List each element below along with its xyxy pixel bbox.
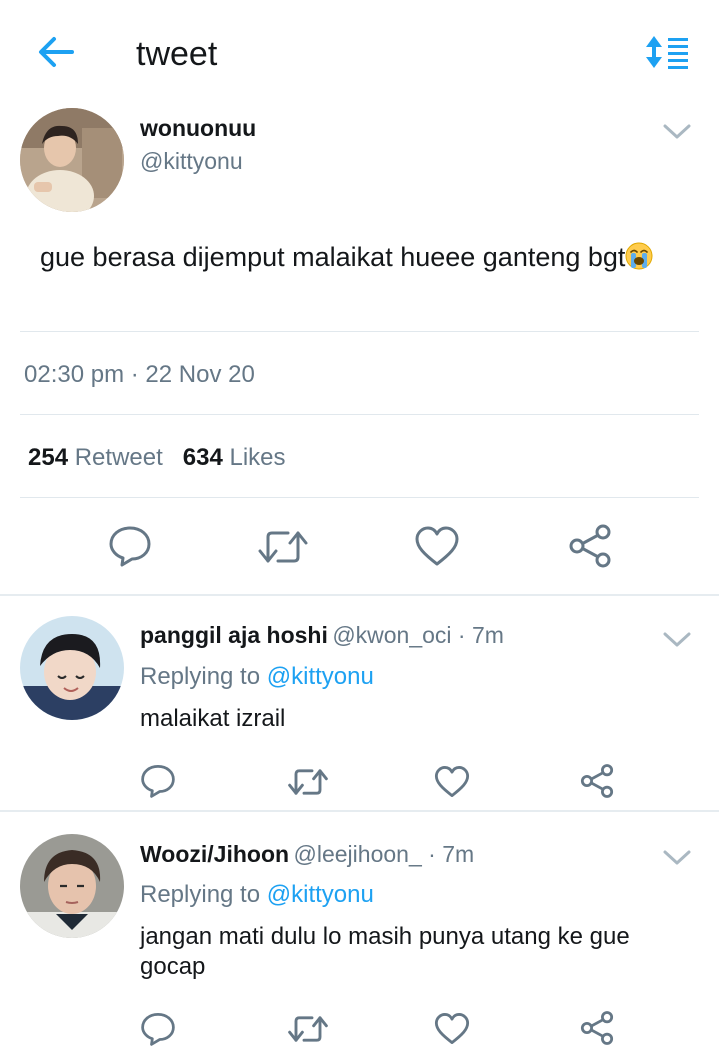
reply-icon xyxy=(141,765,175,798)
retweet-button[interactable] xyxy=(288,766,328,798)
like-icon xyxy=(434,1013,470,1044)
replying-to-link[interactable]: @kittyonu xyxy=(267,881,374,908)
profile-photo xyxy=(20,108,124,212)
reply-author-handle[interactable]: @leejihoon_ xyxy=(294,841,422,867)
tweet-timestamp: 02:30 pm · 22 Nov 20 xyxy=(24,361,255,388)
profile-photo xyxy=(20,834,124,938)
reply-menu-button[interactable] xyxy=(662,848,692,868)
tweet-menu-button[interactable] xyxy=(662,122,692,142)
tweet-stats: 254 Retweet 634 Likes xyxy=(28,444,286,472)
sort-button[interactable] xyxy=(644,34,690,70)
arrow-left-icon xyxy=(39,37,74,67)
likes-label: Likes xyxy=(229,444,286,471)
loudly-crying-face-emoji xyxy=(625,242,653,270)
avatar[interactable] xyxy=(20,108,124,212)
like-icon xyxy=(415,526,459,566)
share-icon xyxy=(569,524,611,568)
retweet-stat[interactable]: 254 Retweet xyxy=(28,444,163,471)
avatar[interactable] xyxy=(20,834,124,938)
reply-header: panggil aja hoshi @kwon_oci · 7m xyxy=(140,621,504,649)
reply-text: malaikat izrail xyxy=(140,705,286,732)
likes-count: 634 xyxy=(182,444,223,471)
retweet-count: 254 xyxy=(28,444,69,471)
tweet-text-body: gue berasa dijemput malaikat hueee gante… xyxy=(40,242,626,272)
sort-list-icon xyxy=(646,36,688,69)
retweet-button[interactable] xyxy=(288,1013,328,1045)
chevron-down-icon xyxy=(663,632,691,647)
dot-separator: · xyxy=(421,841,443,867)
tweet-date: 22 Nov 20 xyxy=(145,361,255,388)
chevron-down-icon xyxy=(663,850,691,865)
like-button[interactable] xyxy=(434,765,470,798)
author-name[interactable]: wonuonuu xyxy=(140,114,256,142)
section-separator xyxy=(0,810,719,812)
share-button[interactable] xyxy=(580,1011,614,1045)
profile-photo xyxy=(20,616,124,720)
likes-stat[interactable]: 634 Likes xyxy=(183,444,286,471)
share-icon xyxy=(580,1011,614,1045)
divider xyxy=(20,497,699,498)
section-separator xyxy=(0,594,719,596)
replying-to: Replying to @kittyonu xyxy=(140,880,374,910)
back-button[interactable] xyxy=(34,32,78,72)
retweet-label: Retweet xyxy=(74,444,163,471)
retweet-button[interactable] xyxy=(258,527,308,567)
reply-icon xyxy=(109,526,151,567)
reply-header: Woozi/Jihoon @leejihoon_ · 7m xyxy=(140,840,474,868)
reply-age: 7m xyxy=(442,841,475,867)
replying-to: Replying to @kittyonu xyxy=(140,662,374,692)
author-handle[interactable]: @kittyonu xyxy=(140,146,243,176)
retweet-icon xyxy=(288,1016,328,1042)
like-icon xyxy=(434,766,470,797)
dot-separator: · xyxy=(451,622,472,648)
reply-age: 7m xyxy=(472,622,504,648)
share-button[interactable] xyxy=(580,764,614,798)
page-title: tweet xyxy=(136,35,218,73)
divider xyxy=(20,414,699,415)
reply-button[interactable] xyxy=(140,764,176,798)
reply-icon xyxy=(141,1013,175,1046)
chevron-down-icon xyxy=(663,124,691,139)
share-icon xyxy=(580,764,614,798)
avatar[interactable] xyxy=(20,616,124,720)
divider xyxy=(20,331,699,332)
tweet-text: gue berasa dijemput malaikat hueee gante… xyxy=(40,240,680,275)
reply-author-name[interactable]: Woozi/Jihoon xyxy=(140,841,289,867)
reply-menu-button[interactable] xyxy=(662,630,692,650)
tweet-time: 02:30 pm xyxy=(24,361,125,388)
share-button[interactable] xyxy=(568,524,612,568)
reply-text: jangan mati dulu lo masih punya utang ke… xyxy=(140,923,630,980)
reply-button[interactable] xyxy=(108,525,152,567)
replying-prefix: Replying to xyxy=(140,881,261,908)
replying-prefix: Replying to xyxy=(140,663,261,690)
reply-author-name[interactable]: panggil aja hoshi xyxy=(140,622,328,648)
replying-to-link[interactable]: @kittyonu xyxy=(267,663,374,690)
reply-author-handle[interactable]: @kwon_oci xyxy=(332,622,451,648)
like-button[interactable] xyxy=(414,525,460,567)
retweet-icon xyxy=(258,531,308,563)
retweet-icon xyxy=(288,769,328,795)
reply-button[interactable] xyxy=(140,1012,176,1046)
like-button[interactable] xyxy=(434,1012,470,1045)
